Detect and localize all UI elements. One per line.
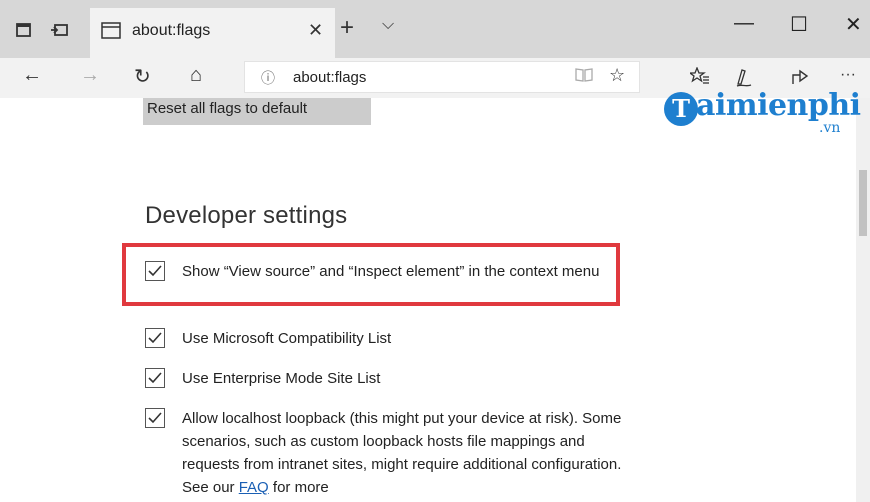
section-title: Developer settings (145, 202, 348, 229)
refresh-button[interactable]: ↻ (134, 64, 151, 89)
checkbox[interactable] (145, 408, 165, 428)
checkbox[interactable] (145, 368, 165, 388)
logo-mark: T (664, 92, 698, 126)
close-window-button[interactable]: ✕ (845, 12, 862, 37)
tab-title: about:flags (132, 22, 211, 39)
title-bar: about:flags ✕ + ⌵ — ☐ ✕ (0, 0, 870, 58)
forward-button[interactable]: → (80, 64, 100, 87)
faq-link[interactable]: FAQ (239, 479, 269, 496)
checkmark-icon (148, 412, 162, 424)
reset-flags-button[interactable]: Reset all flags to default (143, 98, 371, 125)
home-button[interactable]: ⌂ (190, 64, 202, 87)
url-text[interactable]: about:flags (293, 69, 366, 86)
tab-manager-icon[interactable] (12, 18, 36, 42)
new-tab-icon[interactable]: + (340, 14, 354, 42)
back-button[interactable]: ← (22, 64, 42, 87)
logo-suffix: .vn (819, 120, 841, 136)
favorites-star-icon[interactable]: ☆ (609, 65, 625, 86)
chevron-down-icon[interactable]: ⌵ (382, 16, 394, 34)
flag-label: Allow localhost loopback (this might put… (182, 410, 622, 496)
page-content: Reset all flags to default Developer set… (0, 98, 856, 502)
minimize-button[interactable]: — (734, 12, 754, 35)
checkbox[interactable] (145, 328, 165, 348)
watermark-logo: T aimienphi .vn (664, 84, 864, 144)
address-bar[interactable]: ⓘ about:flags ☆ (244, 61, 640, 93)
page-icon (100, 20, 122, 47)
active-tab[interactable]: about:flags ✕ (90, 8, 335, 58)
set-aside-tabs-icon[interactable] (48, 18, 72, 42)
vertical-scrollbar[interactable] (856, 98, 870, 502)
highlight-box (122, 243, 620, 306)
flag-label: Use Enterprise Mode Site List (182, 370, 381, 387)
checkmark-icon (148, 372, 162, 384)
maximize-button[interactable]: ☐ (790, 12, 808, 37)
scrollbar-thumb[interactable] (859, 170, 867, 236)
tab-close-icon[interactable]: ✕ (308, 20, 323, 41)
more-options-button[interactable]: ··· (840, 66, 856, 84)
info-icon[interactable]: ⓘ (261, 68, 275, 88)
reading-view-icon[interactable] (575, 67, 593, 87)
flag-label: Use Microsoft Compatibility List (182, 330, 392, 347)
logo-text: aimienphi (696, 88, 861, 123)
checkmark-icon (148, 332, 162, 344)
